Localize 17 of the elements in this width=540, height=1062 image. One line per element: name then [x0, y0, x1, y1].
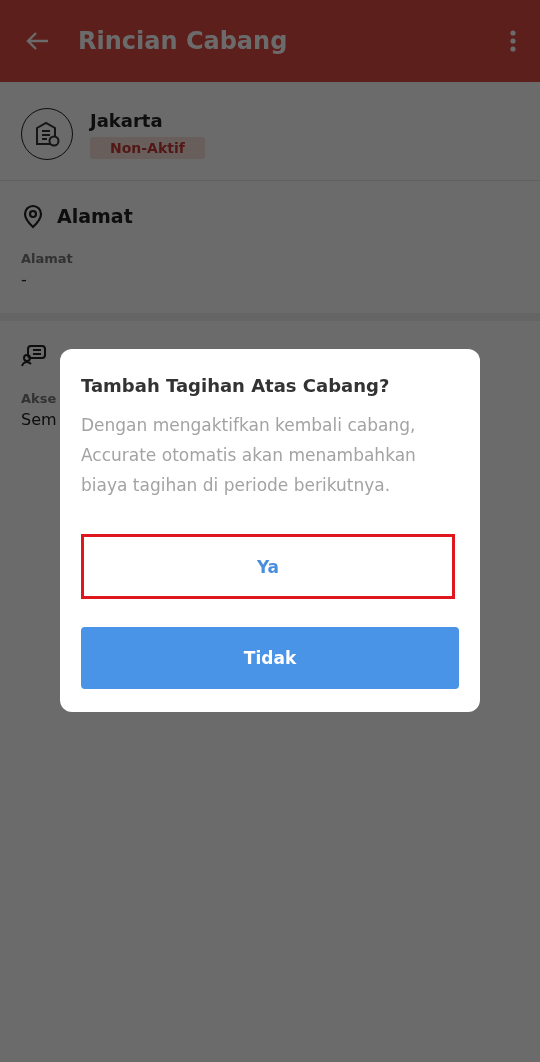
dialog-message: Dengan mengaktifkan kembali cabang, Accurate otomatis akan menambahkan biaya tagihan di periode berikutnya.	[81, 414, 417, 497]
building-icon	[34, 120, 60, 148]
status-badge: Non-Aktif	[90, 137, 205, 159]
chat-person-icon	[21, 344, 47, 368]
dialog-title: Tambah Tagihan Atas Cabang?	[81, 375, 391, 396]
field-value: Sem	[21, 410, 57, 429]
field-label: Alamat	[21, 251, 73, 266]
screen-title: Rincian Cabang	[78, 27, 289, 55]
no-button[interactable]: Tidak	[81, 627, 459, 689]
branch-name: Jakarta	[90, 110, 164, 131]
field-value: -	[21, 270, 27, 289]
yes-button[interactable]: Ya	[81, 534, 455, 599]
back-arrow-icon	[26, 31, 50, 51]
more-vertical-icon	[510, 30, 516, 52]
section-title: Alamat	[57, 205, 133, 227]
field-label: Akse	[21, 391, 57, 406]
location-pin-icon	[21, 203, 45, 229]
